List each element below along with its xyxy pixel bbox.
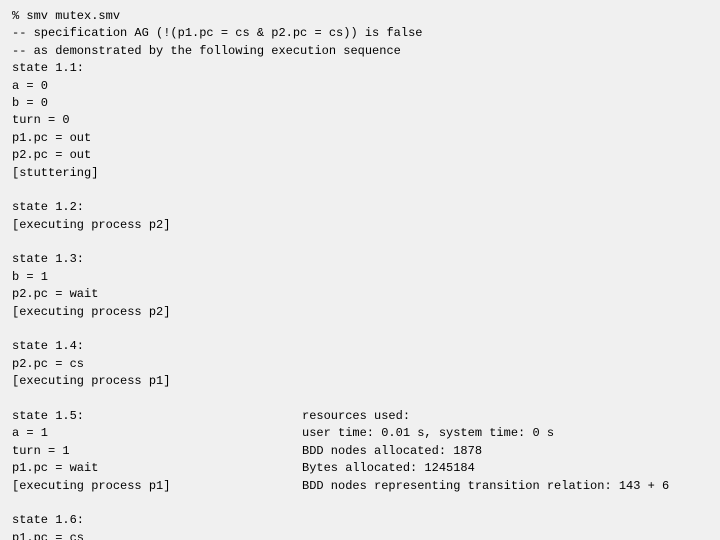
resources-col: resources used: user time: 0.01 s, syste… (272, 408, 669, 540)
command-line: % smv mutex.smv (12, 8, 708, 25)
state15-resource-row: state 1.5: a = 1 turn = 1 p1.pc = wait [… (12, 408, 708, 540)
blank-5 (12, 495, 272, 512)
state15-exec-line: [executing process p1] (12, 478, 272, 495)
state15-a-line: a = 1 (12, 425, 272, 442)
state11-p1pc-line: p1.pc = out (12, 130, 708, 147)
state13-exec-line: [executing process p2] (12, 304, 708, 321)
blank-1 (12, 182, 708, 199)
blank-2 (12, 234, 708, 251)
bdd-transition-line: BDD nodes representing transition relati… (302, 478, 669, 495)
state11-header-line: state 1.1: (12, 60, 708, 77)
bytes-line: Bytes allocated: 1245184 (302, 460, 669, 477)
state11-p2pc-line: p2.pc = out (12, 147, 708, 164)
state12-header-line: state 1.2: (12, 199, 708, 216)
state11-a-line: a = 0 (12, 78, 708, 95)
bdd-nodes-line: BDD nodes allocated: 1878 (302, 443, 669, 460)
state14-p2pc-line: p2.pc = cs (12, 356, 708, 373)
state13-p2pc-line: p2.pc = wait (12, 286, 708, 303)
user-time-line: user time: 0.01 s, system time: 0 s (302, 425, 669, 442)
terminal-window: % smv mutex.smv -- specification AG (!(p… (0, 0, 720, 540)
state11-turn-line: turn = 0 (12, 112, 708, 129)
state14-exec-line: [executing process p1] (12, 373, 708, 390)
resources-header-line: resources used: (302, 408, 669, 425)
blank-3 (12, 321, 708, 338)
state11-b-line: b = 0 (12, 95, 708, 112)
state15-p1pc-line: p1.pc = wait (12, 460, 272, 477)
state14-header-line: state 1.4: (12, 338, 708, 355)
state15-turn-line: turn = 1 (12, 443, 272, 460)
state12-exec-line: [executing process p2] (12, 217, 708, 234)
state13-b-line: b = 1 (12, 269, 708, 286)
state16-p1pc-line: p1.pc = cs (12, 530, 272, 540)
blank-4 (12, 391, 708, 408)
state15-left-col: state 1.5: a = 1 turn = 1 p1.pc = wait [… (12, 408, 272, 540)
state15-header-line: state 1.5: (12, 408, 272, 425)
state11-stutter-line: [stuttering] (12, 165, 708, 182)
state13-header-line: state 1.3: (12, 251, 708, 268)
demo-comment-line: -- as demonstrated by the following exec… (12, 43, 708, 60)
spec-comment-line: -- specification AG (!(p1.pc = cs & p2.p… (12, 25, 708, 42)
state16-header-line: state 1.6: (12, 512, 272, 529)
